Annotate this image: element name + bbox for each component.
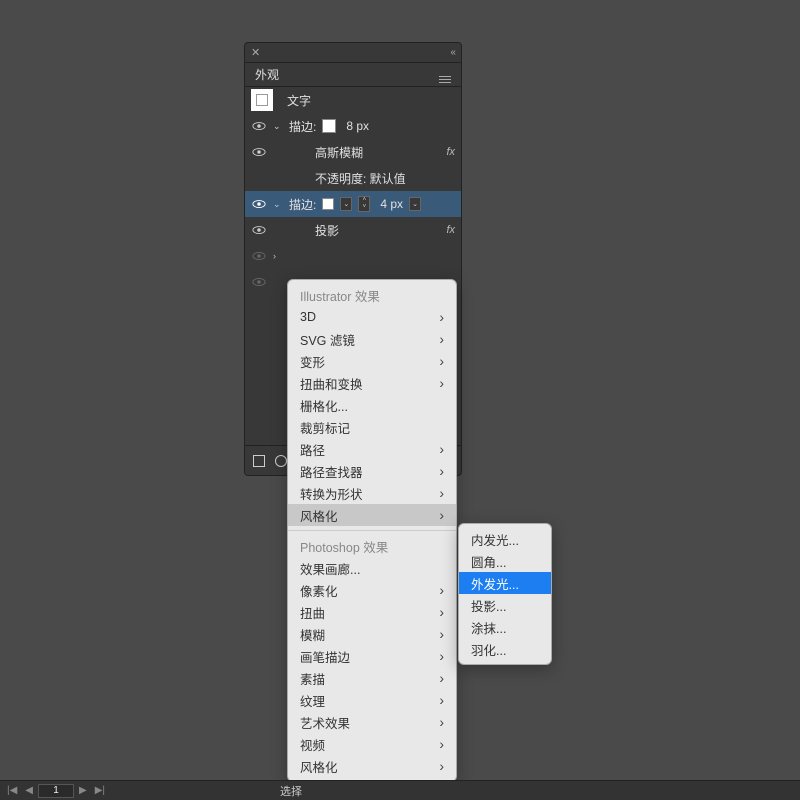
first-page-icon[interactable]: |◀ — [4, 785, 20, 796]
new-stroke-icon[interactable] — [275, 455, 287, 467]
menu-item[interactable]: 像素化 — [288, 579, 456, 601]
menu-item[interactable]: 涂抹... — [459, 616, 551, 638]
value-dropdown[interactable]: ⌄ — [409, 197, 421, 211]
menu-item[interactable]: 路径查找器 — [288, 460, 456, 482]
step-up-icon[interactable]: ˄ — [359, 197, 369, 204]
object-row[interactable]: 文字 — [245, 87, 461, 113]
menu-item[interactable]: 视频 — [288, 733, 456, 755]
fx-icon: fx — [446, 146, 455, 158]
panel-title: 外观 — [255, 66, 279, 83]
visibility-icon[interactable] — [251, 196, 267, 212]
object-thumb-icon — [251, 89, 273, 111]
prev-page-icon[interactable]: ◀ — [22, 785, 36, 796]
hidden-row[interactable]: › — [245, 243, 461, 269]
close-icon[interactable]: ✕ — [251, 46, 260, 59]
step-down-icon[interactable]: ˅ — [359, 204, 369, 211]
menu-item[interactable]: 栅格化... — [288, 394, 456, 416]
opacity-label: 不透明度: 默认值 — [315, 170, 406, 187]
effect-row-blur[interactable]: 高斯模糊 fx — [245, 139, 461, 165]
menu-item[interactable]: 变形 — [288, 350, 456, 372]
effect-row-shadow[interactable]: 投影 fx — [245, 217, 461, 243]
visibility-icon[interactable] — [251, 118, 267, 134]
menu-item[interactable]: SVG 滤镜 — [288, 328, 456, 350]
visibility-icon[interactable] — [251, 248, 267, 264]
menu-section-header: Illustrator 效果 — [288, 284, 456, 306]
color-swatch[interactable] — [322, 198, 334, 210]
menu-item[interactable]: 裁剪标记 — [288, 416, 456, 438]
panel-menu-icon[interactable] — [439, 66, 451, 83]
menu-item[interactable]: 画笔描边 — [288, 645, 456, 667]
menu-item[interactable]: 转换为形状 — [288, 482, 456, 504]
menu-item[interactable]: 投影... — [459, 594, 551, 616]
stroke-label: 描边: — [289, 196, 316, 213]
effect-label: 投影 — [315, 222, 339, 239]
menu-item[interactable]: 素描 — [288, 667, 456, 689]
fx-icon: fx — [446, 224, 455, 236]
panel-titlebar: ✕ ‹‹ — [245, 43, 461, 63]
menu-section-header: Photoshop 效果 — [288, 535, 456, 557]
swatch-dropdown[interactable]: ⌄ — [340, 197, 352, 211]
effects-menu: Illustrator 效果 3DSVG 滤镜变形扭曲和变换栅格化...裁剪标记… — [287, 279, 457, 782]
menu-item[interactable]: 扭曲和变换 — [288, 372, 456, 394]
stroke-label: 描边: — [289, 118, 316, 135]
panel-tab[interactable]: 外观 — [245, 63, 461, 87]
menu-item[interactable]: 3D — [288, 306, 456, 328]
menu-item[interactable]: 效果画廊... — [288, 557, 456, 579]
menu-item[interactable]: 圆角... — [459, 550, 551, 572]
visibility-icon[interactable] — [251, 144, 267, 160]
effect-label: 高斯模糊 — [315, 144, 363, 161]
next-page-icon[interactable]: ▶ — [76, 785, 90, 796]
menu-item[interactable]: 内发光... — [459, 528, 551, 550]
new-fill-icon[interactable] — [253, 455, 265, 467]
tool-mode-label: 选择 — [280, 783, 302, 799]
visibility-icon[interactable] — [251, 222, 267, 238]
menu-item[interactable]: 路径 — [288, 438, 456, 460]
stroke-row-1[interactable]: ⌄ 描边: 8 px — [245, 113, 461, 139]
stroke-row-2[interactable]: ⌄ 描边: ⌄ ˄˅ 4 px ⌄ — [245, 191, 461, 217]
menu-item[interactable]: 外发光... — [459, 572, 551, 594]
chevron-down-icon[interactable]: ⌄ — [273, 199, 283, 210]
color-swatch[interactable] — [322, 119, 336, 133]
menu-separator — [288, 530, 456, 531]
menu-item[interactable]: 羽化... — [459, 638, 551, 660]
menu-item[interactable]: 风格化 — [288, 504, 456, 526]
value-stepper[interactable]: ˄˅ — [358, 196, 370, 212]
status-bar: |◀ ◀ ▶ ▶| 选择 — [0, 780, 800, 800]
stylize-submenu: 内发光...圆角...外发光...投影...涂抹...羽化... — [458, 523, 552, 665]
page-input[interactable] — [38, 784, 74, 798]
menu-item[interactable]: 艺术效果 — [288, 711, 456, 733]
last-page-icon[interactable]: ▶| — [92, 785, 108, 796]
stroke-value: 4 px — [380, 197, 403, 211]
menu-item[interactable]: 纹理 — [288, 689, 456, 711]
menu-item[interactable]: 风格化 — [288, 755, 456, 777]
chevron-right-icon[interactable]: › — [273, 251, 283, 261]
object-label: 文字 — [287, 92, 311, 109]
opacity-row[interactable]: 不透明度: 默认值 — [245, 165, 461, 191]
collapse-icon[interactable]: ‹‹ — [450, 47, 455, 58]
menu-item[interactable]: 模糊 — [288, 623, 456, 645]
stroke-value: 8 px — [346, 119, 369, 133]
chevron-down-icon[interactable]: ⌄ — [273, 121, 283, 132]
menu-item[interactable]: 扭曲 — [288, 601, 456, 623]
visibility-icon[interactable] — [251, 274, 267, 290]
